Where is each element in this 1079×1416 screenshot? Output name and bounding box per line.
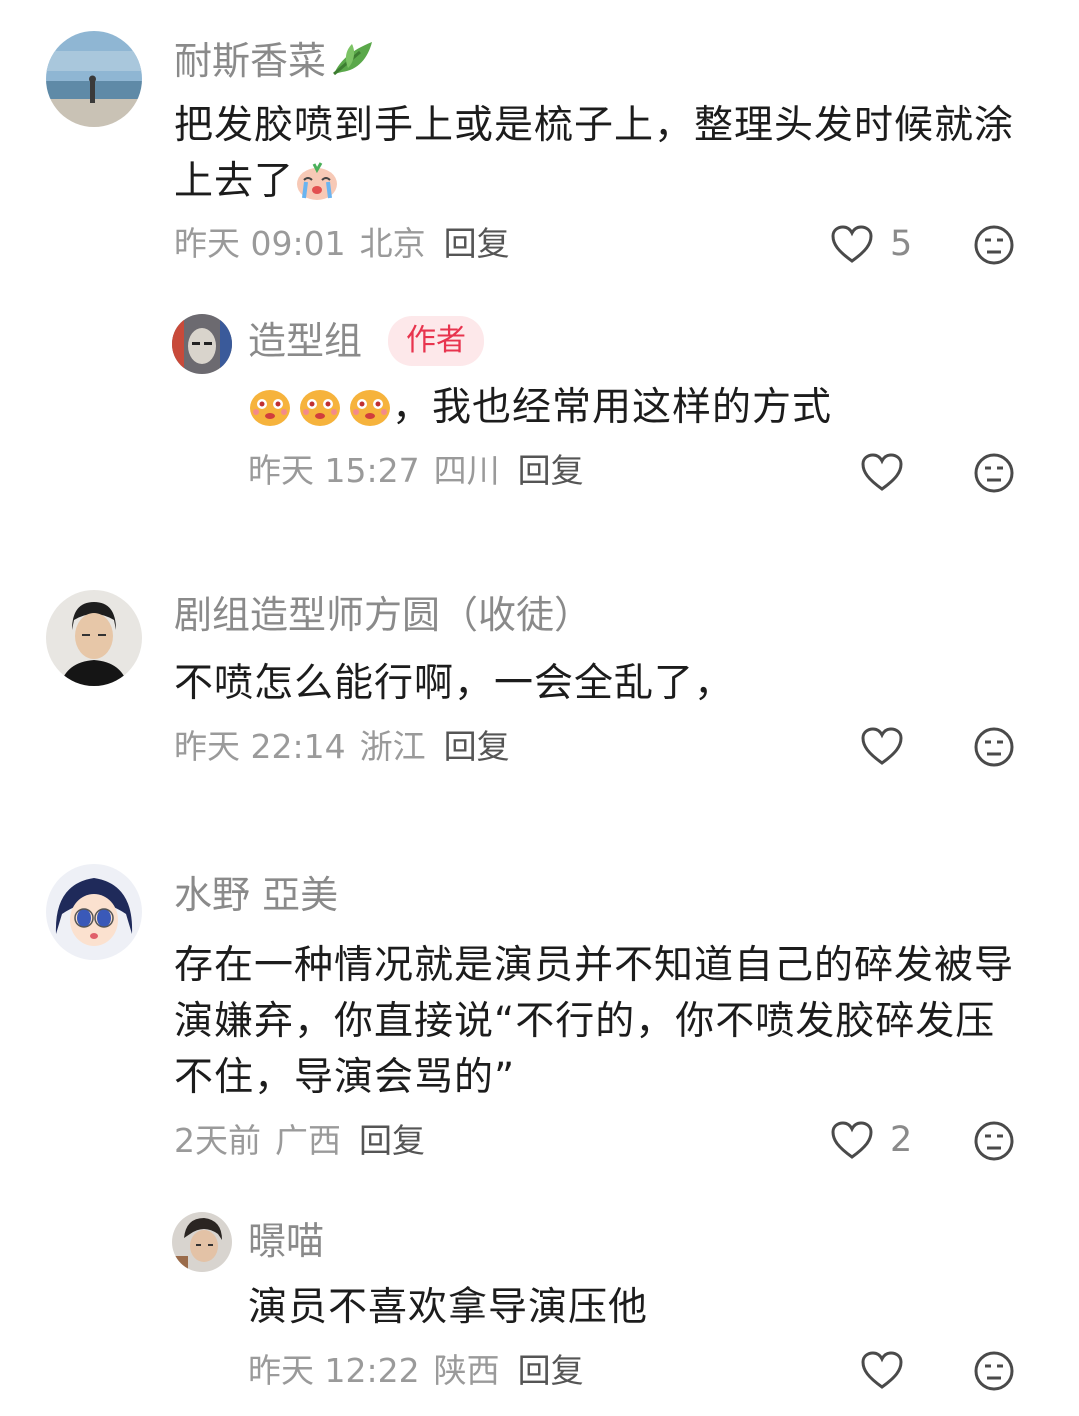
beach-avatar-image xyxy=(46,31,142,127)
meh-face-icon xyxy=(974,1351,1014,1391)
username[interactable]: 暻喵 xyxy=(248,1222,324,1260)
avatar[interactable] xyxy=(46,864,142,960)
comment-meta: 昨天 09:01 北京 回复 xyxy=(174,227,524,260)
meh-face-icon xyxy=(974,1121,1014,1161)
timestamp: 昨天 15:27 xyxy=(248,451,420,490)
heart-outline-icon xyxy=(831,225,873,263)
anime-girl-avatar-image xyxy=(46,864,142,960)
timestamp: 昨天 09:01 xyxy=(174,224,346,263)
reply-button[interactable]: 回复 xyxy=(359,1121,425,1160)
location: 四川 xyxy=(433,451,500,490)
dislike-button[interactable] xyxy=(973,452,1015,498)
like-button[interactable]: 2 xyxy=(830,1120,912,1160)
timestamp: 2天前 xyxy=(174,1121,261,1160)
like-button[interactable] xyxy=(860,452,904,492)
comment: 剧组造型师方圆（收徒） 不喷怎么能行啊，一会全乱了， 昨天 22:14 浙江 回复 xyxy=(0,560,1079,820)
comment-text: 演员不喜欢拿导演压他 xyxy=(248,1285,649,1330)
location: 陕西 xyxy=(433,1351,500,1390)
leaf-icon xyxy=(330,38,376,84)
heart-outline-icon xyxy=(861,453,903,491)
timestamp: 昨天 12:22 xyxy=(248,1351,420,1390)
comment-meta: 2天前 广西 回复 xyxy=(174,1124,439,1157)
blushing-emoji-icon xyxy=(248,382,392,444)
crying-emoji-icon xyxy=(294,158,340,218)
dislike-button[interactable] xyxy=(973,1120,1015,1166)
reply-button[interactable]: 回复 xyxy=(518,451,584,490)
avatar[interactable] xyxy=(172,1212,232,1272)
heart-outline-icon xyxy=(831,1121,873,1159)
like-button[interactable]: 5 xyxy=(830,224,912,264)
like-button[interactable] xyxy=(860,1350,904,1390)
like-count: 2 xyxy=(890,1119,913,1160)
like-count: 5 xyxy=(890,223,913,264)
dislike-button[interactable] xyxy=(973,1350,1015,1396)
heart-outline-icon xyxy=(861,1351,903,1389)
location: 浙江 xyxy=(359,727,426,766)
dislike-button[interactable] xyxy=(973,224,1015,270)
username[interactable]: 造型组 xyxy=(248,322,362,360)
reply-button[interactable]: 回复 xyxy=(518,1351,584,1390)
person-avatar-image xyxy=(172,1212,232,1272)
comment: 耐斯香菜 把发胶喷到手上或是梳子上，整理头发时候就涂上去了 昨天 09:01 北京… xyxy=(0,0,1079,280)
man-portrait-avatar-image xyxy=(46,590,142,686)
heart-outline-icon xyxy=(861,727,903,765)
comment-meta: 昨天 22:14 浙江 回复 xyxy=(174,730,524,763)
avatar[interactable] xyxy=(172,314,232,374)
username[interactable]: 水野 亞美 xyxy=(174,876,338,914)
location: 广西 xyxy=(275,1121,341,1160)
comment: 水野 亞美 存在一种情况就是演员并不知道自己的碎发被导演嫌弃，你直接说“不行的，… xyxy=(0,840,1079,1200)
username[interactable]: 耐斯香菜 xyxy=(174,38,376,84)
username[interactable]: 剧组造型师方圆（收徒） xyxy=(174,596,592,634)
meh-face-icon xyxy=(974,727,1014,767)
comment-text: 存在一种情况就是演员并不知道自己的碎发被导演嫌弃，你直接说“不行的，你不喷发胶碎… xyxy=(174,943,1015,1100)
location: 北京 xyxy=(359,224,426,263)
reply-button[interactable]: 回复 xyxy=(444,727,510,766)
comment-text: ，我也经常用这样的方式 xyxy=(248,380,1028,444)
author-badge: 作者 xyxy=(388,316,484,366)
portrait-avatar-image xyxy=(172,314,232,374)
dislike-button[interactable] xyxy=(973,726,1015,772)
reply-comment: 造型组 作者 ，我也经常用这样的方式 昨天 15:27 四川 回复 xyxy=(0,280,1079,530)
comment-text: 不喷怎么能行啊，一会全乱了， xyxy=(174,661,735,706)
reply-button[interactable]: 回复 xyxy=(444,224,510,263)
comment-text: 把发胶喷到手上或是梳子上，整理头发时候就涂上去了 xyxy=(174,98,1024,218)
like-button[interactable] xyxy=(860,726,904,766)
comment-meta: 昨天 15:27 四川 回复 xyxy=(248,454,598,487)
avatar[interactable] xyxy=(46,590,142,686)
avatar[interactable] xyxy=(46,31,142,127)
comment-meta: 昨天 12:22 陕西 回复 xyxy=(248,1354,598,1387)
meh-face-icon xyxy=(974,453,1014,493)
timestamp: 昨天 22:14 xyxy=(174,727,346,766)
reply-comment: 暻喵 演员不喜欢拿导演压他 昨天 12:22 陕西 回复 xyxy=(0,1200,1079,1416)
meh-face-icon xyxy=(974,225,1014,265)
